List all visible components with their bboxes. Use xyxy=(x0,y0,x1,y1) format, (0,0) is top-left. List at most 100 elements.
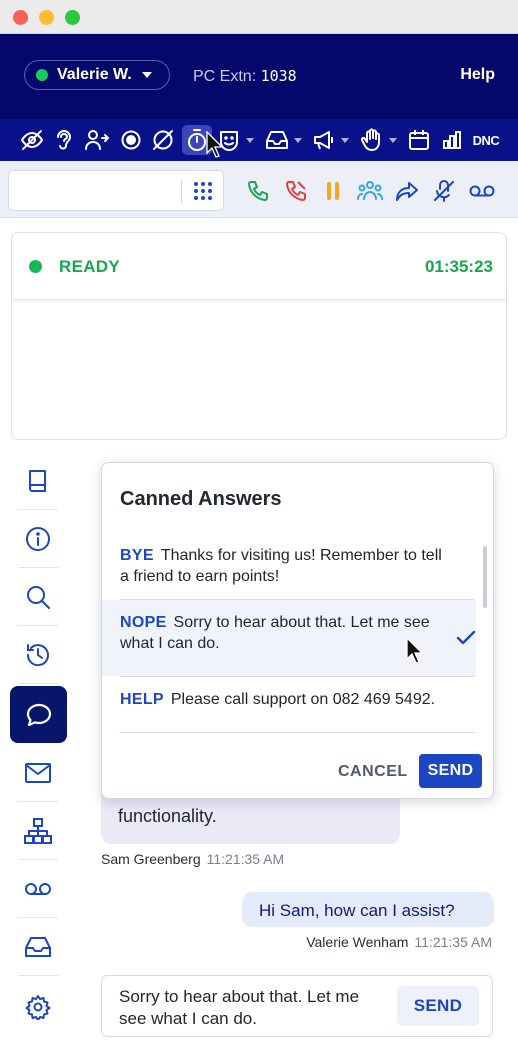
knowledge-book-nav[interactable] xyxy=(18,452,58,510)
book-icon xyxy=(29,469,46,492)
org-chart-icon xyxy=(24,817,52,844)
minimize-window-button[interactable] xyxy=(39,10,54,25)
check-icon xyxy=(456,630,476,645)
answer-text: Thanks for visiting us! Remember to tell… xyxy=(120,547,442,585)
answer-key: HELP xyxy=(120,691,164,708)
agent-name: Valerie W. xyxy=(57,66,132,83)
app-header: Valerie W. PC Extn: 1038 Help xyxy=(0,34,518,119)
app-window: Valerie W. PC Extn: 1038 Help DNC READY … xyxy=(0,0,518,1046)
history-icon xyxy=(26,643,49,666)
bar-chart-icon[interactable] xyxy=(437,125,467,155)
message-timestamp: 11:21:35 AM xyxy=(206,851,285,867)
answer-key: NOPE xyxy=(120,614,167,631)
settings-nav[interactable] xyxy=(18,978,58,1036)
chevron-down-icon[interactable] xyxy=(389,138,397,143)
conference-icon[interactable] xyxy=(356,177,384,205)
list-item: BYE Thanks for visiting us! Remember to t… xyxy=(120,545,450,587)
extension-number: 1038 xyxy=(260,67,297,85)
inbox-icon[interactable] xyxy=(262,125,292,155)
email-nav[interactable] xyxy=(18,744,58,802)
chat-nav[interactable] xyxy=(10,686,67,743)
info-icon xyxy=(26,526,50,551)
message-input[interactable]: Sorry to hear about that. Let me see wha… xyxy=(119,986,381,1030)
answer-text: Please call support on 082 469 5492. xyxy=(170,691,436,708)
dnc-label: DNC xyxy=(472,132,500,148)
agent-toolbar: DNC xyxy=(0,119,518,161)
chevron-down-icon[interactable] xyxy=(341,138,349,143)
canned-answers-popup: Canned Answers BYE Thanks for visiting us… xyxy=(101,462,494,799)
mail-icon xyxy=(25,762,51,783)
extension-label: PC Extn: xyxy=(193,68,261,85)
chevron-down-icon[interactable] xyxy=(294,138,302,143)
incoming-message-meta: Sam Greenberg 11:21:35 AM xyxy=(101,851,284,867)
calendar-icon[interactable] xyxy=(404,125,434,155)
dial-number-input[interactable] xyxy=(8,170,224,211)
close-window-button[interactable] xyxy=(13,10,28,25)
canned-answer-help[interactable]: HELP Please call support on 082 469 5492. xyxy=(102,677,476,735)
sender-name: Sam Greenberg xyxy=(101,851,201,867)
inbox-nav[interactable] xyxy=(18,918,58,976)
message-compose-box[interactable]: Sorry to hear about that. Let me see wha… xyxy=(101,975,493,1037)
voicemail-nav[interactable] xyxy=(18,860,58,918)
dial-bar xyxy=(0,161,518,218)
list-item: HELP Please call support on 082 469 5492. xyxy=(120,689,450,710)
voicemail-icon[interactable] xyxy=(468,177,496,205)
hand-icon[interactable] xyxy=(357,125,387,155)
megaphone-icon[interactable] xyxy=(309,125,339,155)
record-icon[interactable] xyxy=(116,125,146,155)
pc-extension: PC Extn: 1038 xyxy=(193,67,297,86)
chevron-down-icon[interactable] xyxy=(246,138,254,143)
eye-off-icon[interactable] xyxy=(17,125,47,155)
inbox-icon xyxy=(25,936,51,957)
answer-key: BYE xyxy=(120,547,154,564)
dial-input-divider xyxy=(181,179,182,203)
forward-icon[interactable] xyxy=(393,177,421,205)
user-transfer-icon[interactable] xyxy=(82,125,112,155)
incoming-message-text: functionality. xyxy=(118,806,217,826)
list-scrollbar[interactable] xyxy=(483,546,487,608)
list-item: NOPE Sorry to hear about that. Let me see… xyxy=(120,612,450,654)
message-timestamp: 11:21:35 AM xyxy=(414,934,492,950)
outgoing-message-text: Hi Sam, how can I assist? xyxy=(259,901,455,920)
sender-name: Valerie Wenham xyxy=(306,934,409,950)
agent-status-dot xyxy=(36,69,48,81)
dnc-button[interactable]: DNC xyxy=(470,125,502,155)
org-chart-nav[interactable] xyxy=(18,802,58,860)
chat-icon xyxy=(26,703,51,726)
hang-up-icon[interactable] xyxy=(282,177,310,205)
send-canned-button[interactable]: SEND xyxy=(419,754,482,788)
search-icon xyxy=(27,585,50,609)
history-nav[interactable] xyxy=(18,626,58,684)
send-message-button[interactable]: SEND xyxy=(397,986,479,1026)
phone-call-icon[interactable] xyxy=(244,177,272,205)
divider xyxy=(120,732,475,733)
hold-icon[interactable] xyxy=(319,177,347,205)
agent-status-dropdown[interactable]: Valerie W. xyxy=(24,60,170,90)
chevron-down-icon xyxy=(141,72,152,78)
help-link[interactable]: Help xyxy=(460,66,495,84)
keypad-icon[interactable] xyxy=(193,181,213,201)
mouse-pointer-icon xyxy=(206,131,224,158)
status-header: READY 01:35:23 xyxy=(12,233,506,300)
status-timer: 01:35:23 xyxy=(424,257,493,276)
no-record-icon[interactable] xyxy=(148,125,178,155)
voicemail-icon xyxy=(25,882,51,895)
mute-icon[interactable] xyxy=(430,177,458,205)
ear-icon[interactable] xyxy=(49,125,79,155)
popup-title: Canned Answers xyxy=(120,488,282,510)
ready-status-dot xyxy=(29,260,42,273)
search-nav[interactable] xyxy=(18,568,58,626)
info-nav[interactable] xyxy=(18,510,58,568)
gear-icon xyxy=(25,995,51,1020)
outgoing-message-meta: Valerie Wenham 11:21:35 AM xyxy=(306,934,492,950)
outgoing-message-bubble: Hi Sam, how can I assist? xyxy=(242,892,494,927)
zoom-window-button[interactable] xyxy=(65,10,80,25)
canned-answers-list[interactable]: BYE Thanks for visiting us! Remember to t… xyxy=(102,533,493,735)
cancel-button[interactable]: CANCEL xyxy=(338,763,408,781)
mouse-pointer-icon xyxy=(406,637,424,664)
canned-answer-bye[interactable]: BYE Thanks for visiting us! Remember to t… xyxy=(102,533,476,609)
window-titlebar xyxy=(0,0,518,34)
agent-status-card: READY 01:35:23 xyxy=(11,232,507,440)
status-label: READY xyxy=(59,257,121,276)
side-navigation xyxy=(0,452,76,1046)
